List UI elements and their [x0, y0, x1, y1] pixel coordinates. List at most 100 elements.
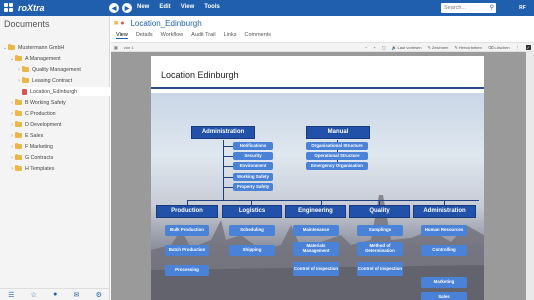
connector-line: [223, 187, 233, 188]
folder-icon: [15, 55, 22, 61]
folder-icon: [22, 66, 29, 72]
pdf-viewer: Location Edinburgh Administration Manual…: [111, 52, 534, 300]
folder-icon: [15, 99, 22, 105]
delete-button[interactable]: ⌫ Löschen: [488, 45, 510, 50]
tree-item-label: A Management: [25, 55, 61, 62]
org-box-control-of-inspection-quality: Control of Inspection: [357, 262, 403, 276]
settings-icon[interactable]: ⚙: [96, 291, 102, 299]
logo-icon: [4, 2, 15, 14]
highlight-label: Hervorheben: [458, 44, 482, 50]
menu-tools[interactable]: Tools: [204, 4, 220, 10]
org-box-marketing: Marketing: [421, 277, 467, 288]
delete-label: Löschen: [494, 44, 510, 50]
arrow-left-icon[interactable]: ◀: [109, 3, 119, 13]
menu-edit[interactable]: Edit: [159, 4, 170, 10]
org-box-production: Production: [156, 205, 218, 218]
read-aloud-button[interactable]: 🔊 Laut vorlesen: [392, 45, 422, 50]
tab-audit-trail[interactable]: Audit Trail: [191, 32, 215, 39]
folder-icon: [15, 132, 22, 138]
folder-icon: ■: [114, 19, 119, 27]
app-logo: roXtra: [4, 2, 45, 14]
tree-item-quality-management[interactable]: › Quality Management: [16, 65, 81, 74]
tree-item-mustermann[interactable]: ⌄ Mustermann GmbH: [2, 43, 64, 52]
more-options-icon[interactable]: ⋮: [516, 45, 520, 50]
search-icon[interactable]: ⚲: [490, 4, 494, 11]
org-box-controlling: Controlling: [421, 245, 467, 256]
connector-line: [223, 177, 233, 178]
org-box-operational-structure: Operational Structure: [306, 152, 368, 160]
page-info: von 1: [123, 44, 134, 50]
viewer-toolbar: ▦ von 1 − + ▢ 🔊 Laut vorlesen ✎ Zeichnen ✎…: [111, 42, 534, 52]
org-box-administration-top: Administration: [191, 126, 255, 139]
org-box-bulk-production: Bulk Production: [165, 225, 209, 236]
tab-links[interactable]: Links: [224, 32, 237, 39]
tree-item-production[interactable]: › C Production: [9, 109, 56, 118]
folder-icon: [15, 121, 22, 127]
user-icon[interactable]: ●: [53, 291, 57, 298]
folder-icon: [15, 110, 22, 116]
tab-view[interactable]: View: [116, 32, 128, 39]
document-icon: ●: [120, 19, 125, 27]
notifications-icon[interactable]: ✉: [74, 291, 80, 299]
document-header: ■ ● Location_Edinburgh: [111, 16, 534, 30]
sidebar-toggle-icon[interactable]: ▦: [114, 45, 118, 50]
tree-item-label: B Working Safety: [25, 99, 66, 106]
tree-item-development[interactable]: › D Development: [9, 120, 62, 129]
org-box-quality: Quality: [349, 205, 410, 218]
org-box-control-of-inspection-eng: Control of Inspection: [293, 262, 339, 276]
viewer-scrollbar[interactable]: [526, 52, 534, 300]
draw-button[interactable]: ✎ Zeichnen: [428, 45, 449, 50]
search-input[interactable]: Search... ⚲: [441, 3, 496, 13]
arrow-right-icon[interactable]: ▶: [122, 3, 132, 13]
tab-details[interactable]: Details: [136, 32, 153, 39]
tree-item-templates[interactable]: › H Templates: [9, 164, 54, 173]
zoom-out-icon[interactable]: −: [365, 45, 367, 50]
tree-item-label: E Sales: [25, 132, 44, 139]
tree-item-marketing[interactable]: › F Marketing: [9, 142, 53, 151]
main-menu: New Edit View Tools: [137, 4, 220, 10]
org-box-security: Security: [233, 152, 273, 160]
org-box-materials-management: Materials Management: [293, 242, 339, 256]
org-box-method-of-determination: Method of Determination: [357, 242, 403, 256]
tree-item-working-safety[interactable]: › B Working Safety: [9, 98, 66, 107]
tab-comments[interactable]: Comments: [244, 32, 271, 39]
tab-workflow[interactable]: Workflow: [161, 32, 184, 39]
folder-icon: [22, 77, 29, 83]
tree-item-label: Location_Edinburgh: [30, 88, 78, 95]
org-box-engineering: Engineering: [285, 205, 346, 218]
menu-view[interactable]: View: [181, 4, 195, 10]
page-heading: Location Edinburgh: [161, 70, 239, 80]
connector-line: [223, 140, 224, 200]
fit-page-icon[interactable]: ▢: [382, 45, 386, 50]
folder-icon: [8, 44, 15, 50]
org-box-property-safety: Property Safety: [233, 183, 273, 191]
tree-item-contracts[interactable]: › G Contracts: [9, 153, 53, 162]
tree-item-label: Mustermann GmbH: [18, 44, 65, 51]
highlight-button[interactable]: ✎ Hervorheben: [454, 45, 481, 50]
tree-item-location-edinburgh[interactable]: Location_Edinburgh: [22, 87, 110, 96]
org-box-sales: Sales: [421, 292, 467, 300]
tree-item-label: F Marketing: [25, 143, 53, 150]
tree-item-leasing-contract[interactable]: › Leasing Contract: [16, 76, 72, 85]
org-box-manual: Manual: [306, 126, 370, 139]
tree-item-label: D Development: [25, 121, 62, 128]
tree-item-management[interactable]: ⌄ A Management: [9, 54, 61, 63]
org-box-environment: Environment: [233, 162, 273, 170]
sidebar: Documents ⌄ Mustermann GmbH ⌄ A Manageme…: [0, 16, 110, 300]
favorites-icon[interactable]: ☆: [31, 291, 37, 299]
org-box-logistics: Logistics: [222, 205, 282, 218]
org-box-notifications: Notifications: [233, 142, 273, 150]
main-panel: ■ ● Location_Edinburgh View Details Work…: [111, 16, 534, 300]
tree-view-icon[interactable]: ☰: [8, 291, 14, 299]
pin-icon[interactable]: ✓: [525, 44, 531, 50]
menu-new[interactable]: New: [137, 4, 149, 10]
search-placeholder: Search...: [444, 5, 467, 11]
tree-item-sales[interactable]: › E Sales: [9, 131, 43, 140]
folder-icon: [15, 165, 22, 171]
org-box-human-resources: Human Resources: [421, 225, 467, 236]
tree-item-label: H Templates: [25, 165, 55, 172]
user-avatar[interactable]: RF: [516, 3, 529, 13]
document-title: Location_Edinburgh: [130, 18, 202, 28]
app-name: roXtra: [18, 3, 45, 13]
zoom-in-icon[interactable]: +: [373, 45, 375, 50]
